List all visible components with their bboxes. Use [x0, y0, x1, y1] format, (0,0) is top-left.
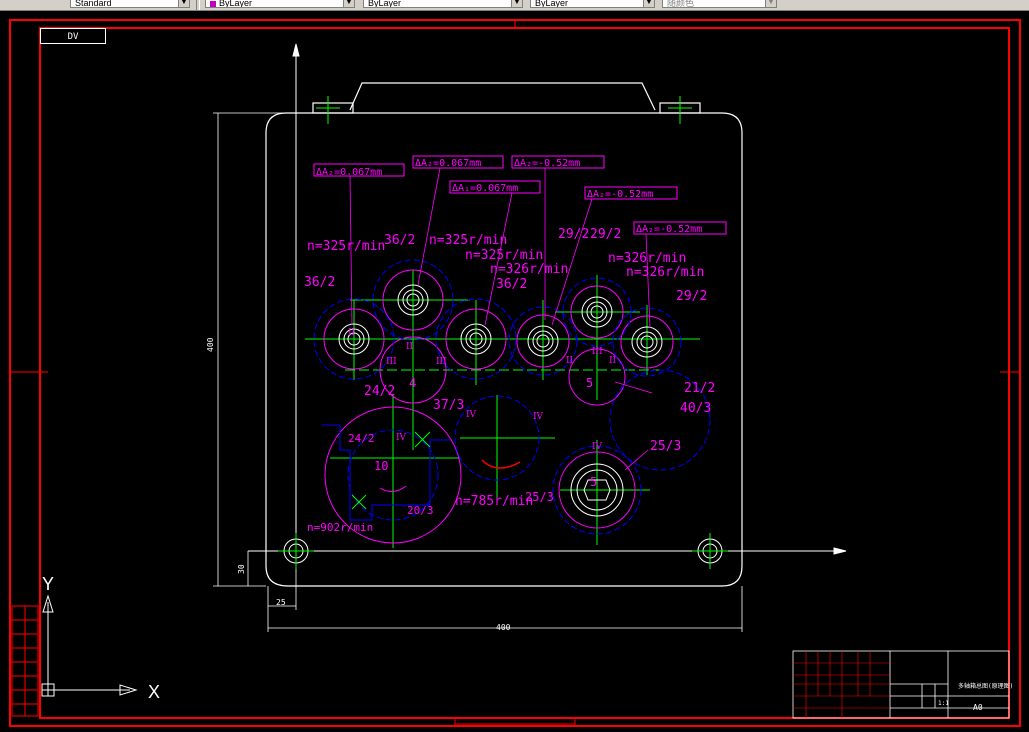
tolerance-label: ΔA₂=-0.52mm	[514, 158, 580, 169]
gear-label: 36/2	[304, 275, 335, 290]
chevron-down-icon[interactable]: ▼	[643, 0, 654, 7]
lineweight-value: ByLayer	[535, 0, 569, 8]
drawing-name: 多轴箱总图(原理图)	[958, 682, 1013, 690]
tolerance-label: ΔA₂=0.067mm	[415, 158, 481, 169]
leader-lines	[349, 167, 653, 471]
shaft-number: 4	[409, 376, 416, 390]
tolerance-label: ΔA₂=-0.52mm	[587, 189, 653, 200]
gear-label: 36/2	[496, 277, 527, 292]
lineweight-combo[interactable]: ByLayer ▼	[530, 0, 655, 8]
shaft-label: II	[609, 356, 617, 366]
tolerance-label: ΔA₂=0.067mm	[316, 167, 382, 178]
speed-label: n=902r/min	[307, 521, 373, 534]
speed-label: n=326r/min	[490, 262, 568, 277]
inner-border	[39, 27, 1010, 719]
tolerance-label: ΔA₂=-0.52mm	[636, 224, 702, 235]
view-name-tag: DV	[40, 28, 106, 44]
ucs-axes	[248, 43, 847, 555]
text-style-combo[interactable]: Standard ▼	[70, 0, 190, 8]
speed-label: n=325r/min	[465, 248, 543, 263]
title-block-grid	[793, 651, 890, 718]
shaft-label: III	[386, 357, 397, 367]
ucs-x-label: X	[148, 682, 160, 702]
shaft-label: IV	[533, 412, 544, 422]
chevron-down-icon[interactable]: ▼	[511, 0, 522, 7]
shaft-label: III	[592, 347, 603, 357]
outer-border	[9, 19, 1021, 727]
gear-label: 36/2	[384, 233, 415, 248]
revision-strip	[11, 605, 39, 717]
plotstyle-value: 随颜色	[667, 0, 695, 8]
layer-combo[interactable]: ByLayer ▼	[205, 0, 355, 8]
dim-offset-y: 30	[237, 564, 246, 574]
speed-label: n=785r/min	[455, 494, 533, 509]
drawing-canvas[interactable]: 400 400 30 25 ΔA₂=0.067mm ΔA₂=0.067mm ΔA…	[0, 10, 1029, 732]
speed-label: n=326r/min	[608, 251, 686, 266]
chevron-down-icon[interactable]: ▼	[178, 0, 189, 7]
chevron-down-icon[interactable]: ▼	[765, 0, 776, 7]
gear-label: 25/3	[650, 439, 681, 454]
shaft-number: 5	[590, 475, 597, 489]
color-swatch-icon	[210, 0, 216, 7]
bolt-centerlines	[316, 96, 692, 124]
shaft-label: IV	[396, 433, 407, 443]
gear-label: 37/3	[433, 398, 464, 413]
dim-offset-x: 25	[276, 598, 286, 607]
linetype-value: ByLayer	[368, 0, 402, 8]
shaft-label: IV	[466, 410, 477, 420]
shaft-label: II	[348, 328, 356, 338]
speed-label: n=325r/min	[307, 239, 385, 254]
speed-label: n=325r/min	[429, 233, 507, 248]
gear-label: 40/3	[680, 401, 711, 416]
tolerance-label: ΔA₁=0.067mm	[452, 183, 518, 194]
linetype-combo[interactable]: ByLayer ▼	[363, 0, 523, 8]
shaft-number: 10	[374, 459, 388, 473]
gear-label: 24/2	[348, 432, 375, 445]
speed-label: n=326r/min	[626, 265, 704, 280]
sheet-size: A0	[973, 703, 983, 712]
shaft-label: II	[406, 342, 414, 352]
gear-label: 29/2	[676, 289, 707, 304]
dim-height: 400	[206, 337, 215, 352]
gear-label: 21/2	[684, 381, 715, 396]
layer-value: ByLayer	[219, 0, 253, 8]
gear-label: 20/3	[407, 504, 434, 517]
rotation-arrow	[481, 459, 521, 469]
toolbar-separator	[196, 0, 200, 10]
shaft-number: 5	[586, 376, 593, 390]
dim-width: 400	[496, 623, 511, 632]
drawing-scale: 1:1	[938, 700, 949, 707]
shaft-label: II	[566, 356, 574, 366]
shaft-label: IV	[592, 442, 603, 452]
ucs-icon	[41, 594, 138, 697]
housing	[265, 82, 743, 587]
gear-label: 29/2	[558, 227, 589, 242]
tolerance-texts: ΔA₂=0.067mm ΔA₂=0.067mm ΔA₂=-0.52mm ΔA₁=…	[316, 158, 702, 235]
shaft-label: III	[436, 357, 447, 367]
chevron-down-icon[interactable]: ▼	[343, 0, 354, 7]
ucs-y-label: Y	[42, 574, 54, 594]
gear-label: 25/3	[525, 490, 554, 504]
text-style-value: Standard	[75, 0, 112, 8]
gear-label: 29/2	[590, 227, 621, 242]
gear-label: 24/2	[364, 384, 395, 399]
plotstyle-combo[interactable]: 随颜色 ▼	[662, 0, 777, 8]
